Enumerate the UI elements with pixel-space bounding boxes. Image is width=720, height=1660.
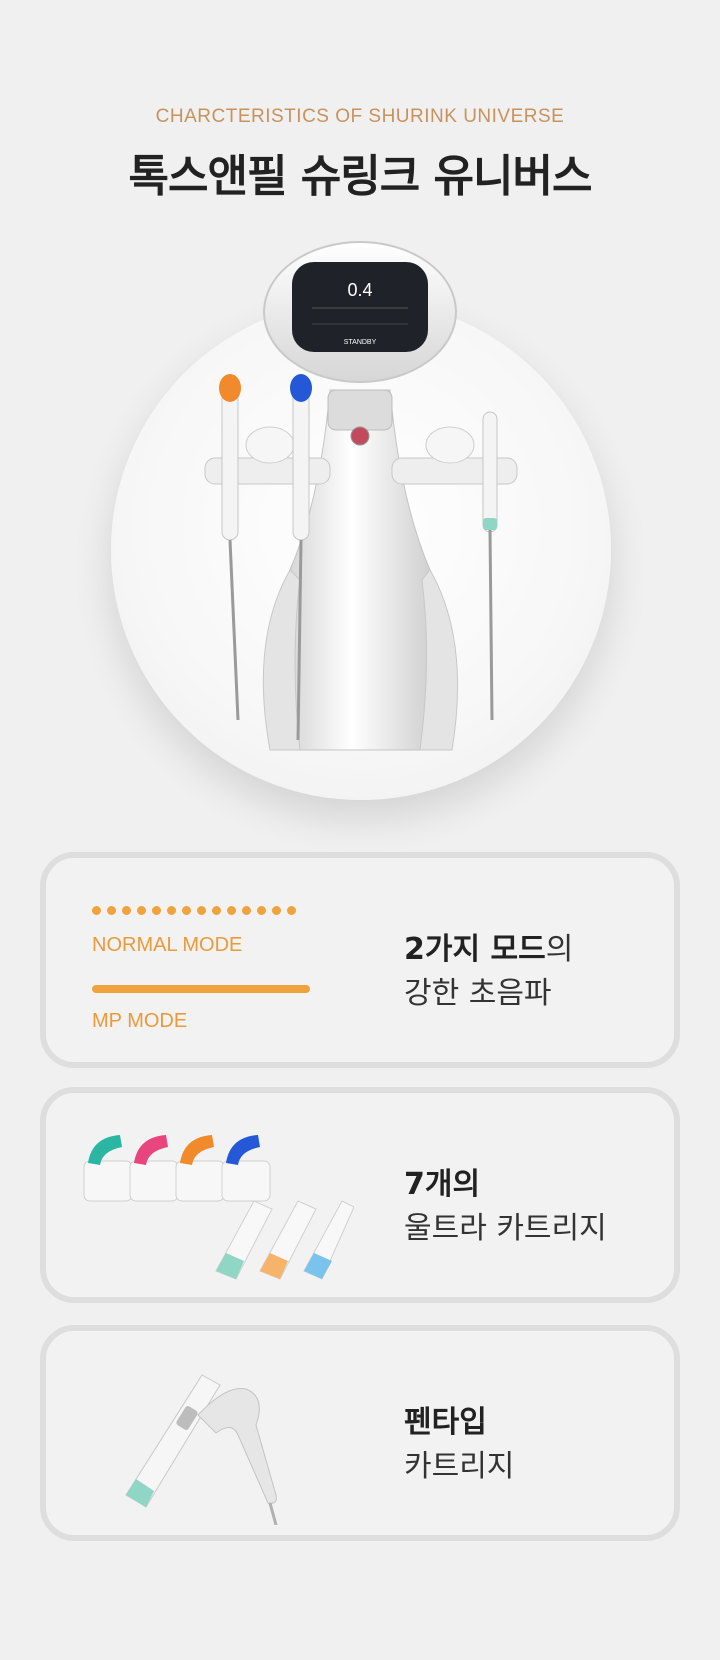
shurink-device-image: 0.4 STANDBY <box>204 241 518 751</box>
mp-mode-label: MP MODE <box>92 1010 188 1032</box>
device-screen-status: STANDBY <box>344 339 377 346</box>
card-cartridges-bold: 7개의 <box>404 1167 481 1202</box>
card-cartridges-text: 7개의 울트라 카트리지 <box>404 1163 607 1251</box>
card-modes-line2: 강한 초음파 <box>404 976 552 1011</box>
card-pen-type-text: 펜타입 카트리지 <box>404 1401 514 1489</box>
mode-dot <box>272 906 281 915</box>
mode-dot <box>152 906 161 915</box>
mode-dot <box>167 906 176 915</box>
pen-cartridge-image <box>125 1374 278 1525</box>
mode-dot <box>227 906 236 915</box>
device-screen-value: 0.4 <box>347 280 372 300</box>
card-cartridges-line2: 울트라 카트리지 <box>404 1211 607 1246</box>
mode-dot <box>107 906 116 915</box>
card-modes: NORMAL MODE MP MODE 2가지 모드의 강한 초음파 <box>40 852 680 1068</box>
mode-dot <box>287 906 296 915</box>
card-modes-text: 2가지 모드의 강한 초음파 <box>404 928 573 1016</box>
mode-dot <box>122 906 131 915</box>
card-modes-bold: 2가지 모드 <box>404 932 546 967</box>
normal-mode-label: NORMAL MODE <box>92 934 243 956</box>
mp-mode-bar <box>92 985 310 993</box>
mode-dot <box>137 906 146 915</box>
normal-mode-dots <box>92 906 296 915</box>
page-title: 톡스앤필 슈링크 유니버스 <box>128 151 593 202</box>
card-pen-type-bold: 펜타입 <box>404 1405 487 1440</box>
cartridges-image <box>83 1135 354 1280</box>
page-subtitle: CHARCTERISTICS OF SHURINK UNIVERSE <box>155 106 565 127</box>
mode-dot <box>197 906 206 915</box>
mode-dot <box>257 906 266 915</box>
mode-dot <box>92 906 101 915</box>
card-pen-type: 펜타입 카트리지 <box>40 1325 680 1541</box>
mode-dot <box>242 906 251 915</box>
mode-dot <box>182 906 191 915</box>
card-modes-suffix: 의 <box>545 932 574 967</box>
mode-dot <box>212 906 221 915</box>
card-cartridges: 7개의 울트라 카트리지 <box>40 1087 680 1303</box>
card-pen-type-line2: 카트리지 <box>404 1449 515 1484</box>
